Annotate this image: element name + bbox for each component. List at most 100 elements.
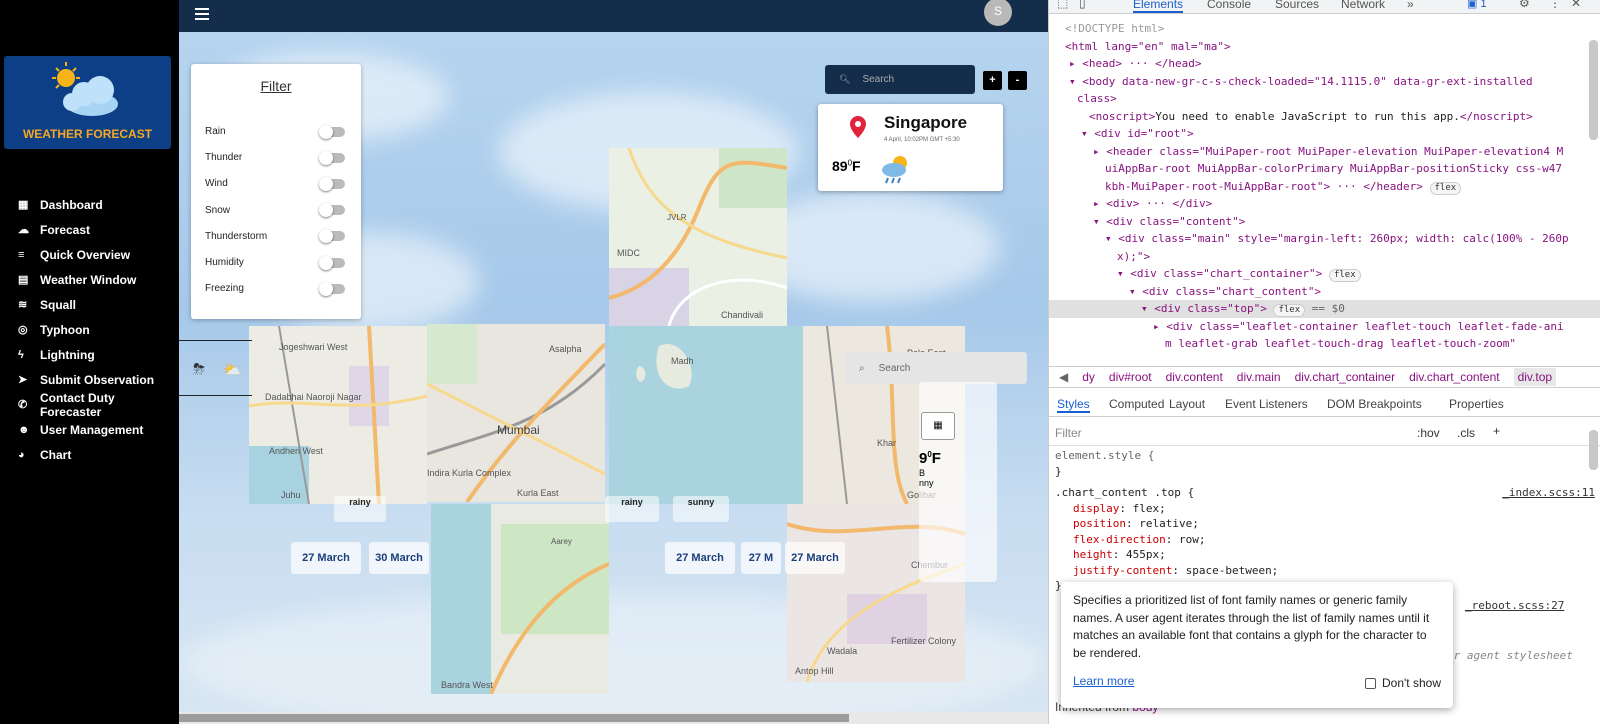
forecast-date[interactable]: 27 M — [741, 542, 781, 574]
calendar-icon[interactable]: ▦ — [921, 412, 955, 440]
css-property[interactable]: height: 455px; — [1055, 547, 1595, 563]
dom-line[interactable]: ▾ <div class="chart_content"> — [1049, 283, 1600, 301]
breadcrumb-item[interactable]: div.chart_content — [1409, 370, 1500, 384]
sidebar-item-contact-duty-forecaster[interactable]: ✆ Contact Duty Forecaster — [0, 391, 179, 419]
css-property[interactable]: display: flex; — [1055, 501, 1595, 517]
dont-show-checkbox[interactable]: Don't show — [1365, 675, 1441, 693]
dom-scrollbar[interactable] — [1589, 40, 1598, 140]
styles-tab-styles[interactable]: Styles — [1057, 397, 1090, 413]
thunderstorm-toggle[interactable] — [319, 229, 345, 244]
avatar[interactable]: S — [984, 0, 1012, 26]
breadcrumb-item[interactable]: div.top — [1513, 368, 1557, 386]
dom-line[interactable]: ▾ <div id="root"> — [1049, 125, 1600, 143]
humidity-toggle[interactable] — [319, 255, 345, 270]
inspect-icon[interactable]: ⬚ — [1057, 0, 1068, 10]
sidebar-item-submit-observation[interactable]: ➤ Submit Observation — [0, 367, 179, 392]
dom-line[interactable]: ▸ <div> ··· </div> — [1049, 195, 1600, 213]
map-tile[interactable]: Jogeshwari West Dadabhai Naoroji Nagar A… — [249, 326, 427, 504]
breadcrumb-item[interactable]: dy — [1082, 370, 1095, 384]
sidebar-item-user-management[interactable]: ☻ User Management — [0, 417, 179, 442]
rule-source-link[interactable]: _index.scss:11 — [1502, 485, 1595, 501]
sidebar-item-squall[interactable]: ≋ Squall — [0, 292, 179, 317]
partly-cloudy-icon[interactable]: ⛅ — [223, 361, 242, 379]
forecast-date[interactable]: 27 March — [785, 542, 845, 574]
map-label: Wadala — [827, 646, 857, 656]
thunder-toggle[interactable] — [319, 150, 345, 165]
sidebar-item-forecast[interactable]: ☁ Forecast — [0, 217, 179, 242]
thunderstorm-icon[interactable]: ⛈ — [193, 361, 205, 378]
issues-badge[interactable]: ▣ 1 — [1467, 0, 1487, 10]
menu-icon[interactable] — [195, 8, 209, 20]
css-property[interactable]: position: relative; — [1055, 516, 1595, 532]
more-tabs-icon[interactable]: » — [1407, 0, 1414, 11]
breadcrumb-item[interactable]: div.main — [1237, 370, 1281, 384]
search-input[interactable]: 🔍︎ Search — [825, 65, 975, 94]
kebab-menu-icon[interactable]: ⋮ — [1549, 0, 1561, 10]
styles-tab-layout[interactable]: Layout — [1169, 397, 1205, 411]
cls-button[interactable]: .cls — [1457, 426, 1475, 440]
add-rule-icon[interactable]: + — [1493, 424, 1500, 438]
dom-line[interactable]: <noscript>You need to enable JavaScript … — [1049, 108, 1600, 126]
dom-line[interactable]: ▸ <head> ··· </head> — [1049, 55, 1600, 73]
dom-line[interactable]: ▾ <div class="content"> — [1049, 213, 1600, 231]
styles-filter-input[interactable]: Filter — [1055, 426, 1082, 440]
styles-tab-properties[interactable]: Properties — [1449, 397, 1504, 411]
freezing-toggle[interactable] — [319, 281, 345, 296]
styles-tab-dom-breakpoints[interactable]: DOM Breakpoints — [1327, 397, 1422, 411]
breadcrumb-item[interactable]: div#root — [1109, 370, 1152, 384]
reboot-source-link[interactable]: _reboot.scss:27 — [1465, 598, 1564, 614]
window-icon: ▤ — [18, 274, 29, 286]
sidebar-item-lightning[interactable]: ϟ Lightning — [0, 342, 179, 367]
tab-elements[interactable]: Elements — [1133, 0, 1184, 13]
map-tile[interactable]: Aarey Bandra West — [431, 504, 609, 694]
settings-icon[interactable]: ⚙ — [1519, 0, 1530, 10]
weather-forecast-logo[interactable]: WEATHER FORECAST — [4, 56, 171, 149]
forecast-date[interactable]: 27 March — [291, 542, 361, 574]
sidebar-item-label: Dashboard — [40, 197, 103, 212]
dom-line[interactable]: ▸ <header class="MuiPaper-root MuiPaper-… — [1049, 143, 1600, 161]
dom-line-selected[interactable]: ▾ <div class="top"> flex == $0 — [1049, 300, 1600, 318]
tab-network[interactable]: Network — [1341, 0, 1385, 11]
city-weather-card[interactable]: Singapore 4 April, 10:02PM GMT +5:30 890… — [818, 104, 1003, 191]
snow-toggle[interactable] — [319, 203, 345, 218]
forecast-chip: rainy — [334, 496, 386, 522]
forecast-date[interactable]: 30 March — [369, 542, 429, 574]
wind-toggle[interactable] — [319, 176, 345, 191]
dom-line[interactable]: <html lang="en" mal="ma"> — [1049, 38, 1600, 56]
horizontal-scrollbar[interactable] — [179, 712, 1048, 724]
dom-line[interactable]: ▾ <body data-new-gr-c-s-check-loaded="14… — [1049, 73, 1600, 91]
map-tile[interactable]: MIDC JVLR Chandivali — [609, 148, 787, 326]
tab-console[interactable]: Console — [1207, 0, 1251, 11]
tab-sources[interactable]: Sources — [1275, 0, 1319, 11]
sidebar-item-dashboard[interactable]: ▦ Dashboard — [0, 192, 179, 217]
device-toolbar-icon[interactable]: ▯ — [1079, 0, 1086, 10]
sidebar-item-chart[interactable]: ◕ Chart — [0, 442, 179, 467]
breadcrumb-left-icon[interactable]: ◀ — [1059, 370, 1068, 384]
breadcrumb-item[interactable]: div.chart_container — [1295, 370, 1396, 384]
styles-scrollbar[interactable] — [1589, 430, 1598, 470]
breadcrumb-item[interactable]: div.content — [1166, 370, 1223, 384]
map-tile[interactable]: Madh — [609, 326, 787, 504]
forecast-date[interactable]: 27 March — [665, 542, 735, 574]
zoom-out-button[interactable]: - — [1008, 71, 1027, 90]
filter-option-freezing: Freezing — [205, 281, 345, 296]
filter-option-thunder: Thunder — [205, 150, 345, 165]
rain-toggle[interactable] — [319, 124, 345, 139]
styles-tab-computed[interactable]: Computed — [1109, 397, 1164, 411]
map-search-input[interactable]: ⌕ Search — [845, 352, 1027, 384]
sidebar: WEATHER FORECAST ▦ Dashboard ☁ Forecast ≡ Qui… — [0, 0, 179, 724]
sidebar-item-weather-window[interactable]: ▤ Weather Window — [0, 267, 179, 292]
styles-tab-event-listeners[interactable]: Event Listeners — [1225, 397, 1308, 411]
hov-button[interactable]: :hov — [1417, 426, 1440, 440]
dom-line[interactable]: ▾ <div class="main" style="margin-left: … — [1049, 230, 1600, 248]
sidebar-item-typhoon[interactable]: ◎ Typhoon — [0, 317, 179, 342]
close-icon[interactable]: ✕ — [1571, 0, 1581, 10]
dom-line[interactable]: ▸ <div class="leaflet-container leaflet-… — [1049, 318, 1600, 336]
zoom-in-button[interactable]: + — [983, 71, 1002, 90]
dom-line[interactable]: ▾ <div class="chart_container"> flex — [1049, 265, 1600, 283]
sidebar-item-quick-overview[interactable]: ≡ Quick Overview — [0, 242, 179, 267]
css-property[interactable]: flex-direction: row; — [1055, 532, 1595, 548]
learn-more-link[interactable]: Learn more — [1073, 673, 1134, 691]
css-property[interactable]: justify-content: space-between; — [1055, 563, 1595, 579]
map-tile[interactable]: Asalpha Mumbai Indira Kurla Complex Kurl… — [427, 324, 605, 502]
